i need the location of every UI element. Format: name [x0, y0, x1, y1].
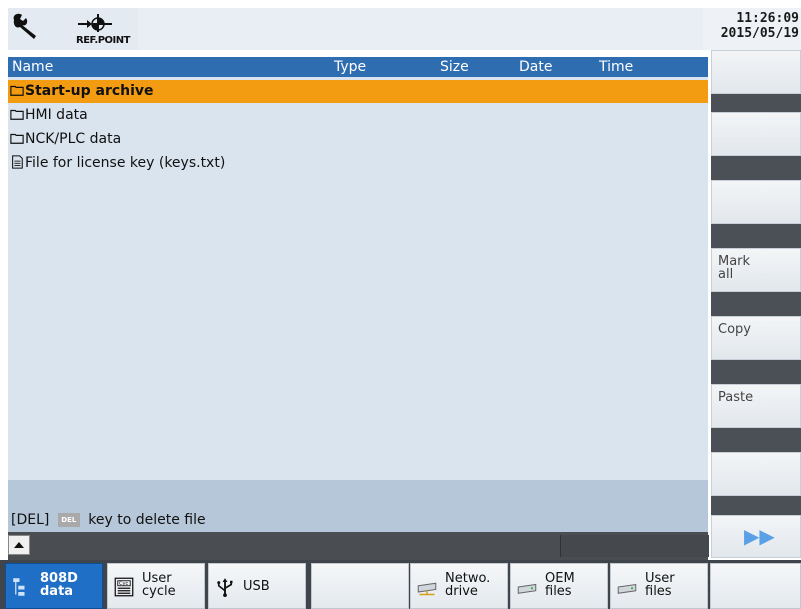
clock-area: 11:26:09 2015/05/19 — [703, 8, 801, 50]
svg-text:Cyc: Cyc — [119, 581, 128, 587]
horizontal-softkey-label: OEM files — [545, 571, 575, 599]
softkey-separator — [711, 156, 801, 180]
softkey-separator — [711, 428, 801, 452]
row-label: HMI data — [25, 107, 88, 123]
horizontal-softkey-label: User cycle — [142, 571, 176, 599]
chevron-up-icon — [14, 542, 24, 548]
network-drive-icon — [417, 582, 437, 596]
folder-icon-wrap — [10, 83, 24, 97]
file-row[interactable]: File for license key (keys.txt) — [8, 152, 708, 175]
vertical-softkey-5[interactable]: Copy — [711, 316, 801, 360]
status-suffix: key to delete file — [88, 512, 206, 528]
folder-row[interactable]: Start-up archive — [8, 80, 708, 103]
horizontal-softkey-1[interactable]: 808D data — [5, 563, 103, 609]
vertical-softkey-6[interactable]: Paste — [711, 384, 801, 428]
usb-icon-wrap — [215, 577, 235, 601]
usb-icon — [217, 578, 233, 597]
file-list-header: Name Type Size Date Time — [8, 57, 708, 77]
column-size[interactable]: Size — [440, 59, 469, 75]
clock-date: 2015/05/19 — [720, 26, 799, 41]
folder-icon — [10, 109, 24, 120]
status-message: [DEL] DEL key to delete file — [11, 512, 206, 528]
drive-icon-wrap — [617, 577, 637, 601]
horizontal-softkey-4[interactable] — [311, 563, 409, 609]
drive-icon-wrap — [517, 577, 537, 601]
column-name[interactable]: Name — [12, 59, 53, 75]
horizontal-softkey-3[interactable]: USB — [208, 563, 306, 609]
column-date[interactable]: Date — [519, 59, 552, 75]
vertical-softkey-8[interactable]: ▶▶ — [711, 515, 801, 558]
vertical-softkey-7[interactable] — [711, 452, 801, 496]
horizontal-softkey-5[interactable]: Netwo. drive — [410, 563, 508, 609]
softkey-separator — [711, 94, 801, 112]
refpoint-label: REF.POINT — [76, 35, 130, 46]
tree-icon — [13, 578, 25, 596]
horizontal-softkey-7[interactable]: User files — [610, 563, 708, 609]
clock-time: 11:26:09 — [736, 11, 799, 26]
softkey-separator — [711, 292, 801, 316]
vertical-softkey-1[interactable] — [711, 50, 801, 94]
folder-row[interactable]: NCK/PLC data — [8, 128, 708, 151]
row-label: Start-up archive — [25, 83, 154, 99]
vertical-softkey-3[interactable] — [711, 180, 801, 224]
tree-icon-wrap — [12, 577, 32, 601]
folder-row[interactable]: HMI data — [8, 104, 708, 127]
next-softkeys-icon: ▶▶ — [744, 524, 775, 548]
column-type[interactable]: Type — [334, 59, 366, 75]
horizontal-softkey-8[interactable] — [710, 563, 801, 609]
folder-icon-wrap — [10, 131, 24, 145]
file-icon-wrap — [10, 155, 24, 169]
horizontal-softkey-2[interactable]: Cyc User cycle — [107, 563, 205, 609]
del-key-icon: DEL — [57, 513, 80, 527]
wrench-icon — [13, 13, 36, 39]
reference-point-icon — [78, 14, 112, 32]
row-label: NCK/PLC data — [25, 131, 122, 147]
horizontal-softkey-label: User files — [645, 571, 675, 599]
folder-icon — [10, 85, 24, 96]
vertical-softkey-label: Paste — [718, 390, 754, 405]
horizontal-softkey-6[interactable]: OEM files — [510, 563, 608, 609]
drive-icon — [617, 583, 637, 594]
folder-icon-wrap — [10, 107, 24, 121]
column-time[interactable]: Time — [599, 59, 633, 75]
horizontal-softkey-label: USB — [243, 579, 270, 594]
drive-icon — [517, 583, 537, 594]
vertical-softkey-label: Copy — [718, 322, 751, 337]
scroll-segment — [560, 535, 709, 557]
horizontal-softkey-label: Netwo. drive — [445, 571, 491, 599]
cycle-icon-wrap: Cyc — [114, 577, 134, 601]
softkey-separator — [711, 360, 801, 384]
vertical-softkey-2[interactable] — [711, 112, 801, 156]
cycle-icon: Cyc — [114, 577, 134, 597]
row-label: File for license key (keys.txt) — [25, 155, 226, 171]
vertical-softkey-4[interactable]: Mark all — [711, 248, 801, 292]
status-prefix: [DEL] — [11, 512, 50, 528]
file-icon — [12, 155, 23, 169]
softkey-separator — [711, 496, 801, 515]
vertical-softkey-label: Mark all — [718, 254, 751, 282]
network-drive-icon-wrap — [417, 577, 437, 601]
scroll-up-button[interactable] — [8, 535, 30, 555]
softkey-separator — [711, 224, 801, 248]
alarm-line — [138, 8, 703, 50]
horizontal-softkey-label: 808D data — [40, 571, 78, 599]
folder-icon — [10, 133, 24, 144]
